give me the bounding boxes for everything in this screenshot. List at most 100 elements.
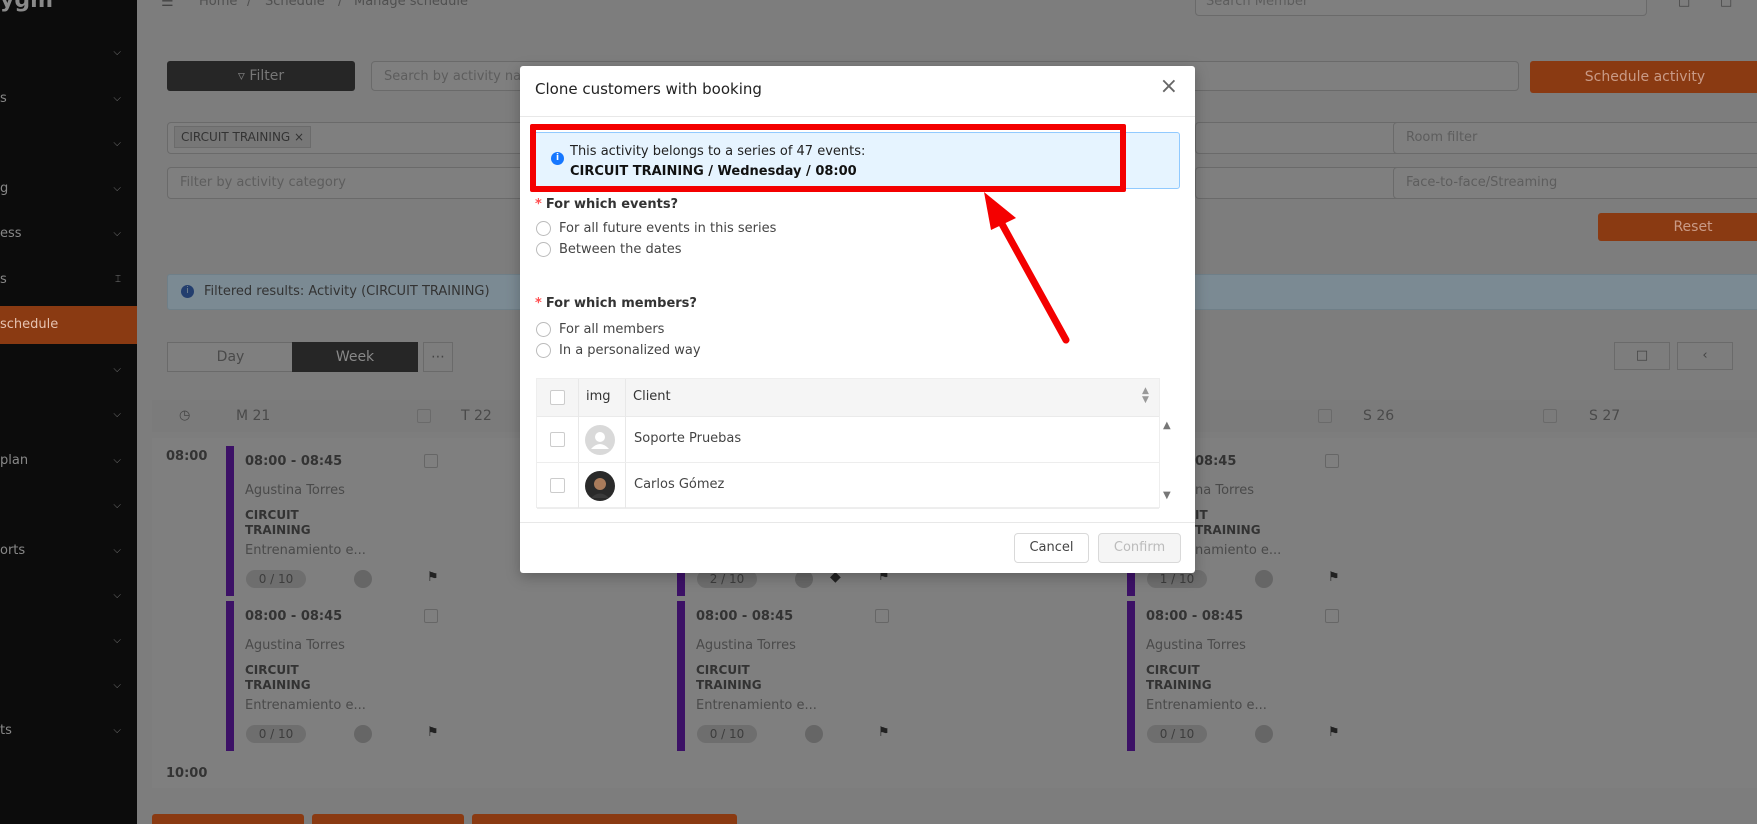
- scroll-up-icon[interactable]: ▲: [1163, 420, 1171, 431]
- day-header-m21: M 21: [236, 408, 271, 424]
- event-card[interactable]: 08:00 - 08:45 Agustina Torres CIRCUIT TR…: [226, 446, 444, 596]
- event-description: Entrenamiento e...: [1146, 698, 1267, 713]
- previous-week-button[interactable]: ‹: [1677, 342, 1733, 370]
- sidebar-item[interactable]: ⌵: [0, 38, 137, 68]
- sidebar-item[interactable]: ⌵: [0, 129, 137, 159]
- calendar-icon: □: [1635, 348, 1649, 363]
- sidebar-item[interactable]: orts ⌵: [0, 536, 137, 566]
- event-capacity: 0 / 10: [246, 570, 306, 588]
- tag-icon: ⚑: [1328, 725, 1340, 740]
- radio-button[interactable]: [536, 221, 551, 236]
- event-capacity: 0 / 10: [1147, 725, 1207, 743]
- members-question: * For which members?: [535, 296, 697, 311]
- mode-filter-select[interactable]: Face-to-face/Streaming: [1393, 167, 1757, 199]
- bottom-action-button[interactable]: [472, 814, 737, 824]
- event-time: 08:00 - 08:45: [696, 609, 794, 624]
- filter-button[interactable]: ▿ Filter: [167, 61, 355, 91]
- event-time: 08:00 - 08:45: [1146, 609, 1244, 624]
- sidebar-item-schedule[interactable]: schedule: [0, 306, 137, 344]
- column-header-client: Client: [633, 389, 671, 404]
- category-filter-select[interactable]: Filter by activity category: [167, 167, 547, 199]
- search-member-input[interactable]: Search Member: [1195, 0, 1647, 16]
- radio-button[interactable]: [536, 343, 551, 358]
- event-description: Entrenamiento e...: [245, 698, 366, 713]
- event-checkbox[interactable]: [1325, 609, 1339, 623]
- cancel-button[interactable]: Cancel: [1014, 533, 1089, 563]
- reset-button[interactable]: Reset: [1598, 213, 1757, 241]
- chevron-down-icon: ⌵: [113, 455, 121, 466]
- events-question: * For which events?: [535, 197, 679, 212]
- day-header-s27: S 27: [1589, 408, 1621, 424]
- table-row[interactable]: Carlos Gómez: [537, 463, 1159, 509]
- event-checkbox[interactable]: [424, 454, 438, 468]
- tab-week[interactable]: Week: [292, 342, 418, 372]
- sidebar-item[interactable]: g ⌵: [0, 174, 137, 204]
- event-capacity: 0 / 10: [697, 725, 757, 743]
- confirm-button[interactable]: Confirm: [1098, 533, 1181, 563]
- sidebar-item[interactable]: ⌵: [0, 626, 137, 656]
- sidebar-item[interactable]: ess ⌵: [0, 219, 137, 249]
- select-all-checkbox[interactable]: [550, 390, 565, 405]
- event-description: Entrenamiento e...: [245, 543, 366, 558]
- event-checkbox[interactable]: [424, 609, 438, 623]
- event-card[interactable]: 08:00 - 08:45 Agustina Torres CIRCUIT TR…: [1127, 601, 1345, 751]
- column-header-img: img: [586, 389, 611, 404]
- tab-day[interactable]: Day: [167, 342, 294, 372]
- time-label: 08:00: [166, 449, 208, 464]
- sidebar-item[interactable]: s ⌶: [0, 265, 137, 295]
- row-checkbox[interactable]: [550, 432, 565, 447]
- sidebar-item[interactable]: ⌵: [0, 671, 137, 701]
- menu-toggle-icon[interactable]: ☰: [161, 0, 174, 10]
- event-name: CIRCUIT TRAINING: [245, 663, 311, 692]
- sidebar-item[interactable]: plan ⌵: [0, 446, 137, 476]
- bottom-action-button[interactable]: [152, 814, 304, 824]
- date-picker-button[interactable]: □: [1614, 342, 1670, 370]
- event-card[interactable]: 08:00 - 08:45 Agustina Torres CIRCUIT TR…: [677, 601, 895, 751]
- room-filter-select[interactable]: Room filter: [1393, 122, 1757, 154]
- clock-icon: ◷: [179, 408, 191, 423]
- schedule-activity-button[interactable]: Schedule activity: [1530, 61, 1757, 93]
- event-instructor: Agustina Torres: [696, 638, 796, 653]
- more-options-button[interactable]: ⋯: [423, 342, 453, 372]
- chevron-down-icon: ⌵: [113, 725, 121, 736]
- sidebar-item[interactable]: ⌵: [0, 581, 137, 611]
- scroll-down-icon[interactable]: ▼: [1163, 490, 1171, 501]
- table-row[interactable]: Soporte Pruebas: [537, 417, 1159, 463]
- chevron-up-icon: ⌶: [115, 274, 121, 285]
- day-select-checkbox[interactable]: [1318, 409, 1332, 423]
- sidebar-item[interactable]: s ⌵: [0, 84, 137, 114]
- tag-icon: ⚑: [878, 725, 890, 740]
- radio-personalized[interactable]: In a personalized way: [536, 343, 701, 358]
- radio-between-dates[interactable]: Between the dates: [536, 242, 682, 257]
- chevron-down-icon: ⌵: [113, 183, 121, 194]
- event-time: 08:45: [1195, 454, 1237, 469]
- bottom-action-button[interactable]: [312, 814, 464, 824]
- radio-future-events[interactable]: For all future events in this series: [536, 221, 776, 236]
- day-select-checkbox[interactable]: [1543, 409, 1557, 423]
- event-capacity: 0 / 10: [246, 725, 306, 743]
- sort-icon[interactable]: ▲ ▼: [1142, 387, 1149, 405]
- status-dot: [1255, 725, 1273, 743]
- day-select-checkbox[interactable]: [417, 409, 431, 423]
- calendar-icon[interactable]: □: [1678, 0, 1690, 9]
- day-header-s26: S 26: [1363, 408, 1395, 424]
- close-icon[interactable]: ×: [1160, 76, 1178, 98]
- radio-all-members[interactable]: For all members: [536, 322, 664, 337]
- chat-icon[interactable]: □: [1720, 0, 1732, 9]
- event-checkbox[interactable]: [1325, 454, 1339, 468]
- activity-filter-select[interactable]: CIRCUIT TRAINING ×: [167, 122, 547, 154]
- sidebar-item[interactable]: ⌵: [0, 355, 137, 385]
- sidebar-item[interactable]: ⌵: [0, 400, 137, 430]
- sidebar: ygm ⌵ s ⌵ ⌵ g ⌵ ess ⌵ s ⌶ schedule ⌵ ⌵ plan ⌵…: [0, 0, 137, 824]
- row-checkbox[interactable]: [550, 478, 565, 493]
- breadcrumb-home[interactable]: Home: [199, 0, 237, 9]
- breadcrumb-schedule[interactable]: Schedule: [265, 0, 325, 9]
- sidebar-item[interactable]: ⌵: [0, 491, 137, 521]
- sidebar-item[interactable]: ts ⌵: [0, 716, 137, 746]
- table-header: img Client ▲ ▼: [537, 379, 1159, 417]
- event-card[interactable]: 08:00 - 08:45 Agustina Torres CIRCUIT TR…: [226, 601, 444, 751]
- radio-button[interactable]: [536, 322, 551, 337]
- radio-button[interactable]: [536, 242, 551, 257]
- chevron-down-icon: ⌵: [113, 500, 121, 511]
- event-checkbox[interactable]: [875, 609, 889, 623]
